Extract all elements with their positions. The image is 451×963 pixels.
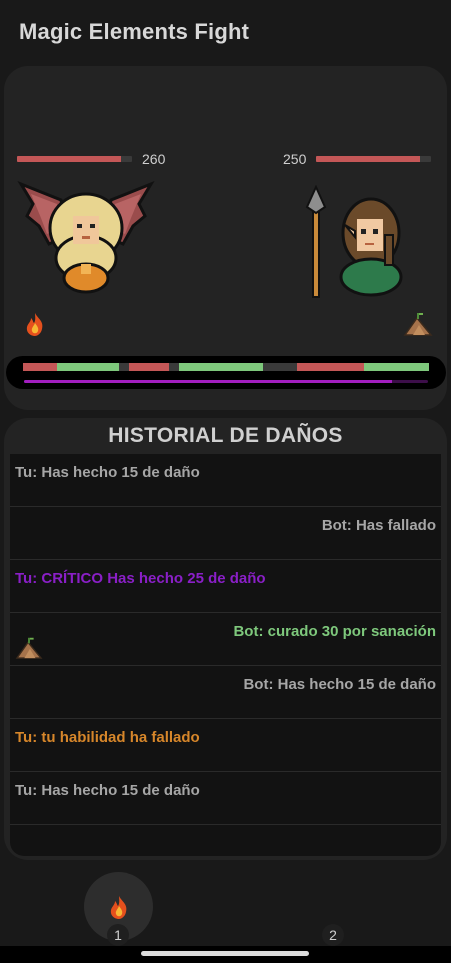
- skill-button-2[interactable]: 2: [322, 924, 344, 946]
- turn-segment-dark: [119, 363, 129, 371]
- history-row: Tu: tu habilidad ha fallado: [10, 719, 441, 772]
- turn-segment-dark: [169, 363, 179, 371]
- elf-spear-warrior-icon: [305, 185, 403, 298]
- history-entry-text: Tu: CRÍTICO Has hecho 25 de daño: [15, 570, 266, 587]
- history-entry-text: Tu: Has hecho 15 de daño: [15, 782, 200, 799]
- turn-segment-red: [297, 363, 364, 371]
- winged-blonde-mage-icon: [17, 180, 155, 294]
- skill-number-1: 1: [107, 924, 129, 946]
- mana-fill: [24, 380, 392, 383]
- fire-icon: [110, 896, 127, 919]
- history-card: HISTORIAL DE DAÑOS Tu: Has hecho 15 de d…: [4, 418, 447, 860]
- player-hp-bar: [17, 156, 132, 162]
- turn-segment-dark: [263, 363, 297, 371]
- history-list[interactable]: Tu: Has hecho 15 de daño Bot: Has fallado…: [10, 454, 441, 856]
- earth-icon: [403, 313, 433, 336]
- history-row: Tu: Has hecho 15 de daño: [10, 454, 441, 507]
- turn-segment-red: [23, 363, 57, 371]
- history-row: Bot: Has hecho 15 de daño: [10, 666, 441, 719]
- bot-hp-bar: [316, 156, 432, 162]
- bot-hp-row: 250: [283, 150, 432, 168]
- turn-segment-red: [129, 363, 169, 371]
- earth-icon: [15, 637, 43, 659]
- turn-segments: [23, 363, 429, 371]
- history-row: Tu: Has hecho 15 de daño: [10, 772, 441, 825]
- history-entry-text: Tu: tu habilidad ha fallado: [15, 729, 200, 746]
- bot-hp-fill: [316, 156, 420, 162]
- turn-track: [6, 356, 446, 389]
- player-hp-row: 260: [17, 150, 165, 168]
- player-hp-fill: [17, 156, 121, 162]
- history-entry-text: Tu: Has hecho 15 de daño: [15, 464, 200, 481]
- history-entry-text: Bot: Has fallado: [321, 517, 436, 534]
- turn-segment-green: [57, 363, 119, 371]
- home-gesture-handle[interactable]: [141, 951, 309, 956]
- history-row: Tu: CRÍTICO Has hecho 25 de daño: [10, 560, 441, 613]
- turn-segment-green: [179, 363, 263, 371]
- player-hp-value: 260: [142, 151, 166, 167]
- app-title: Magic Elements Fight: [19, 19, 250, 44]
- mana-bar: [24, 380, 428, 383]
- turn-segment-green: [364, 363, 429, 371]
- history-row: Bot: Has fallado: [10, 507, 441, 560]
- history-entry-text: Bot: Has hecho 15 de daño: [243, 676, 436, 693]
- history-row: Bot: curado 30 por sanación: [10, 613, 441, 666]
- fire-icon: [26, 313, 43, 336]
- history-entry-text: Bot: curado 30 por sanación: [233, 623, 436, 640]
- history-title: HISTORIAL DE DAÑOS: [108, 424, 343, 447]
- bot-hp-value: 250: [283, 151, 307, 167]
